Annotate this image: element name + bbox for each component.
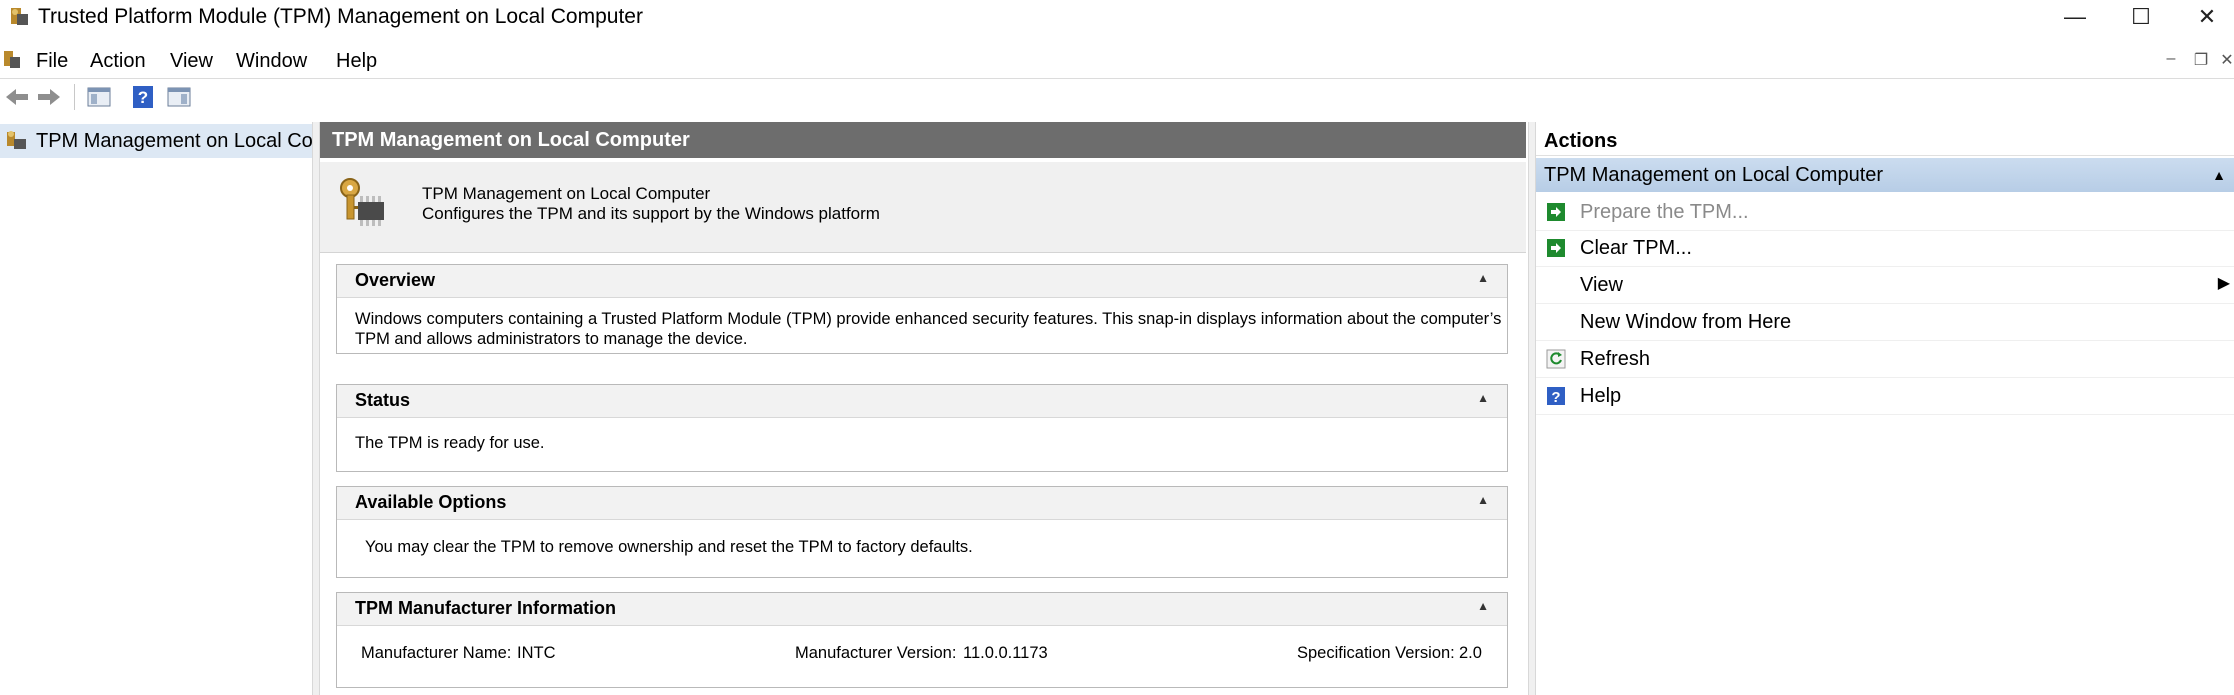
action-label: Clear TPM... <box>1580 237 1692 259</box>
overview-title: Overview <box>355 270 436 290</box>
available-options-section: Available Options ▲ You may clear the TP… <box>336 486 1508 578</box>
console-tree: TPM Management on Local Co <box>0 122 312 695</box>
intro-panel: TPM Management on Local Computer Configu… <box>320 162 1526 253</box>
action-refresh[interactable]: Refresh <box>1536 341 2234 378</box>
available-options-header[interactable]: Available Options ▲ <box>337 487 1507 520</box>
collapse-chevron-icon[interactable]: ▲ <box>1477 599 1489 613</box>
help-icon[interactable]: ? <box>128 82 158 112</box>
menu-view[interactable]: View <box>170 48 213 74</box>
window-title: Trusted Platform Module (TPM) Management… <box>38 5 643 28</box>
action-label: Refresh <box>1580 348 1651 370</box>
green-arrow-icon <box>1546 202 1566 222</box>
results-pane: TPM Management on Local Computer TPM Man… <box>320 122 1526 695</box>
actions-group-label: TPM Management on Local Computer <box>1544 164 1884 186</box>
overview-text-line1: Windows computers containing a Trusted P… <box>355 310 1502 328</box>
svg-text:?: ? <box>138 88 148 107</box>
overview-text-line2: TPM and allows administrators to manage … <box>355 330 748 348</box>
intro-title: TPM Management on Local Computer <box>422 184 711 203</box>
tpm-key-icon <box>4 129 30 153</box>
show-hide-action-pane-icon[interactable] <box>164 82 194 112</box>
overview-section: Overview ▲ Windows computers containing … <box>336 264 1508 354</box>
close-button[interactable]: ✕ <box>2174 0 2234 34</box>
manufacturer-name-value: INTC <box>517 644 556 662</box>
action-label: Prepare the TPM... <box>1580 201 1749 223</box>
action-prepare-tpm[interactable]: Prepare the TPM... <box>1536 194 2234 231</box>
collapse-chevron-icon[interactable]: ▲ <box>1477 391 1489 405</box>
action-help[interactable]: ? Help <box>1536 378 2234 415</box>
svg-text:?: ? <box>1551 389 1560 406</box>
collapse-chevron-icon[interactable]: ▲ <box>1477 493 1489 507</box>
specification-version-label: Specification Version: <box>1297 644 1455 662</box>
action-label: New Window from Here <box>1580 311 1792 333</box>
mdi-minimize-button[interactable]: – <box>2158 50 2184 72</box>
right-splitter[interactable] <box>1528 122 1536 695</box>
manufacturer-title: TPM Manufacturer Information <box>355 598 617 618</box>
status-header[interactable]: Status ▲ <box>337 385 1507 418</box>
maximize-button[interactable]: ☐ <box>2108 0 2174 34</box>
forward-arrow-icon[interactable] <box>34 82 64 112</box>
menu-bar: File Action View Window Help – ❐ ✕ <box>0 44 2234 79</box>
manufacturer-version-label: Manufacturer Version: <box>795 644 957 662</box>
manufacturer-header[interactable]: TPM Manufacturer Information ▲ <box>337 593 1507 626</box>
results-header: TPM Management on Local Computer <box>320 122 1526 158</box>
menu-help[interactable]: Help <box>336 48 377 74</box>
menu-action[interactable]: Action <box>90 48 146 74</box>
available-options-title: Available Options <box>355 492 507 512</box>
specification-version-value: 2.0 <box>1459 644 1482 662</box>
title-bar: Trusted Platform Module (TPM) Management… <box>0 0 2234 36</box>
green-arrow-icon <box>1546 238 1566 258</box>
submenu-arrow-icon: ▶ <box>2217 275 2230 292</box>
manufacturer-section: TPM Manufacturer Information ▲ Manufactu… <box>336 592 1508 688</box>
status-text: The TPM is ready for use. <box>355 434 545 452</box>
back-arrow-icon[interactable] <box>2 82 32 112</box>
console-icon[interactable] <box>2 48 22 72</box>
action-clear-tpm[interactable]: Clear TPM... <box>1536 230 2234 267</box>
tree-item-label: TPM Management on Local Co <box>36 129 312 152</box>
minimize-button[interactable]: — <box>2042 0 2108 34</box>
collapse-chevron-icon[interactable]: ▲ <box>2212 158 2226 192</box>
actions-header: Actions <box>1536 126 2234 156</box>
tpm-key-chip-icon <box>336 176 388 232</box>
manufacturer-name-label: Manufacturer Name: <box>361 644 512 662</box>
toolbar-separator <box>74 84 75 110</box>
intro-description: Configures the TPM and its support by th… <box>422 204 880 223</box>
toolbar: ? <box>0 80 2234 114</box>
status-title: Status <box>355 390 411 410</box>
tpm-app-icon <box>8 6 30 28</box>
action-new-window[interactable]: New Window from Here <box>1536 304 2234 341</box>
menu-window[interactable]: Window <box>236 48 307 74</box>
refresh-icon <box>1546 349 1566 369</box>
status-section: Status ▲ The TPM is ready for use. <box>336 384 1508 472</box>
available-options-text: You may clear the TPM to remove ownershi… <box>365 538 973 556</box>
help-icon: ? <box>1546 386 1566 406</box>
menu-file[interactable]: File <box>36 48 68 74</box>
action-label: View <box>1580 274 1623 296</box>
manufacturer-version-value: 11.0.0.1173 <box>963 644 1048 662</box>
collapse-chevron-icon[interactable]: ▲ <box>1477 271 1489 285</box>
overview-header[interactable]: Overview ▲ <box>337 265 1507 298</box>
action-view[interactable]: View ▶ <box>1536 267 2234 304</box>
show-hide-tree-icon[interactable] <box>84 82 114 112</box>
actions-group-header[interactable]: TPM Management on Local Computer ▲ <box>1536 158 2234 192</box>
tree-item-tpm-management[interactable]: TPM Management on Local Co <box>0 124 312 158</box>
left-splitter[interactable] <box>312 122 320 695</box>
action-label: Help <box>1580 385 1622 407</box>
mdi-restore-button[interactable]: ❐ <box>2188 50 2214 72</box>
actions-pane: Actions TPM Management on Local Computer… <box>1536 122 2234 695</box>
mdi-close-button[interactable]: ✕ <box>2214 50 2234 72</box>
